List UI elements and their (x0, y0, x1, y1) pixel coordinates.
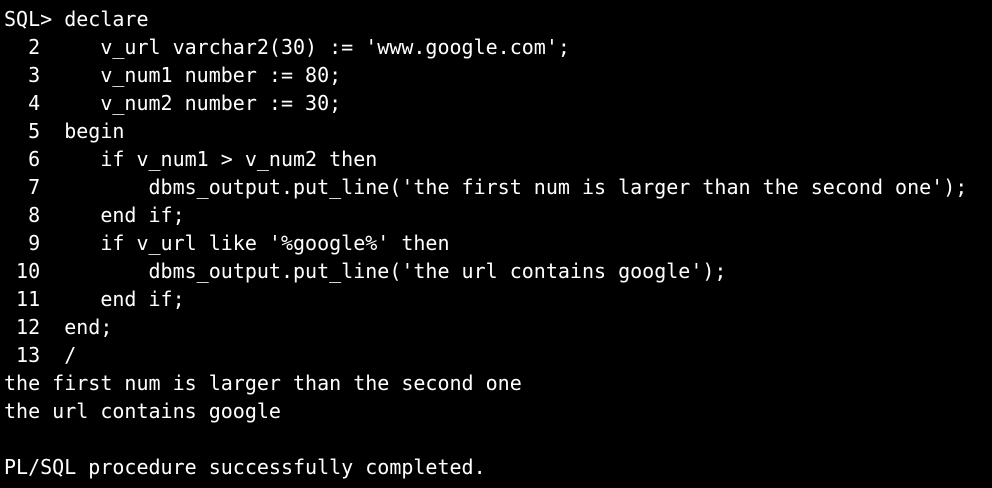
code-line-13: 13 / (4, 343, 77, 367)
code-line-3: 3 v_num1 number := 80; (4, 63, 342, 87)
code-line-10: 10 dbms_output.put_line('the url contain… (4, 259, 727, 283)
code-line-5: 5 begin (4, 119, 125, 143)
code-line-2: 2 v_url varchar2(30) := 'www.google.com'… (4, 35, 570, 59)
code-line-8: 8 end if; (4, 203, 185, 227)
sql-prompt-line: SQL> declare (4, 7, 149, 31)
output-line-2: the url contains google (4, 399, 281, 423)
terminal-window[interactable]: SQL> declare 2 v_url varchar2(30) := 'ww… (0, 0, 992, 488)
code-line-6: 6 if v_num1 > v_num2 then (4, 147, 378, 171)
code-line-12: 12 end; (4, 315, 113, 339)
code-line-9: 9 if v_url like '%google%' then (4, 231, 450, 255)
code-line-11: 11 end if; (4, 287, 185, 311)
completion-message: PL/SQL procedure successfully completed. (4, 455, 486, 479)
output-line-1: the first num is larger than the second … (4, 371, 522, 395)
code-line-4: 4 v_num2 number := 30; (4, 91, 342, 115)
code-line-7: 7 dbms_output.put_line('the first num is… (4, 175, 968, 199)
